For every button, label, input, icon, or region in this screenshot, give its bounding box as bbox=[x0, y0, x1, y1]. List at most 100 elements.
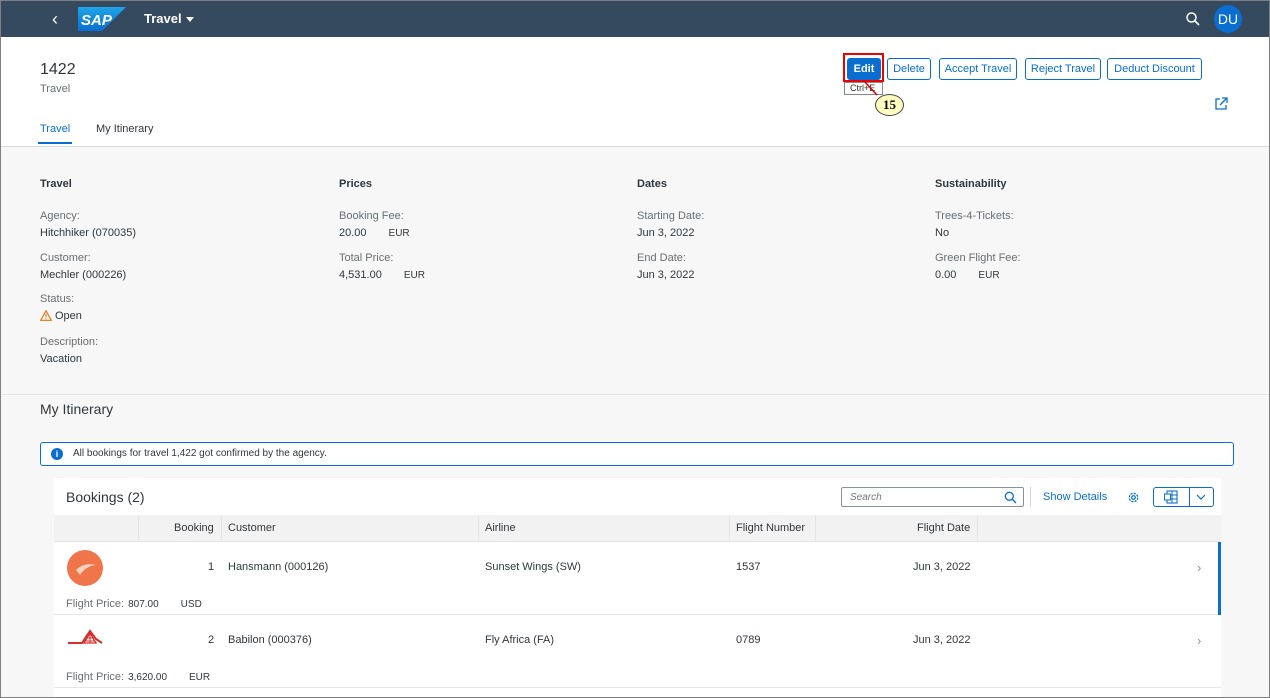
field-green-flight-fee: Green Flight Fee: 0.00 EUR bbox=[935, 252, 1021, 281]
field-value: Hitchhiker (070035) bbox=[40, 227, 136, 239]
field-status: Status: Open bbox=[40, 293, 82, 322]
table-header: Booking Customer Airline Flight Number F… bbox=[54, 515, 1221, 542]
cell-airline: Sunset Wings (SW) bbox=[485, 561, 581, 573]
step-badge: 15 bbox=[875, 94, 904, 116]
chevron-down-icon bbox=[185, 17, 194, 23]
field-label: Booking Fee: bbox=[339, 210, 404, 222]
cell-customer: Hansmann (000126) bbox=[228, 561, 329, 573]
show-details-button[interactable]: Show Details bbox=[1043, 491, 1107, 503]
flight-price-amount: 807.00 bbox=[128, 599, 159, 610]
search-placeholder: Search bbox=[850, 492, 882, 503]
column-divider bbox=[478, 515, 479, 541]
header-facets: Travel Agency: Hitchhiker (070035) Custo… bbox=[1, 147, 1269, 395]
amount: 0.00 bbox=[935, 269, 957, 281]
row-selection-indicator bbox=[1218, 542, 1221, 615]
field-value: 4,531.00 EUR bbox=[339, 269, 425, 281]
flight-price-currency: USD bbox=[180, 599, 202, 610]
app-title-menu[interactable]: Travel bbox=[144, 11, 194, 26]
app-frame: ‹ SAP Travel DU 1422 Travel Edit Delete … bbox=[0, 0, 1270, 698]
section-title-itinerary: My Itinerary bbox=[40, 401, 114, 417]
field-label: Agency: bbox=[40, 210, 80, 222]
field-value: Jun 3, 2022 bbox=[637, 269, 695, 281]
facet-sustainability: Sustainability Trees-4-Tickets: No Green… bbox=[935, 178, 1021, 281]
cell-flight-date: Jun 3, 2022 bbox=[913, 561, 971, 573]
field-value: 20.00 EUR bbox=[339, 227, 410, 239]
reject-travel-button[interactable]: Reject Travel bbox=[1025, 58, 1101, 80]
bookings-table: Bookings (2) Search Show Details Booking… bbox=[54, 478, 1221, 697]
export-button[interactable] bbox=[1153, 487, 1214, 507]
facet-title: Prices bbox=[339, 178, 373, 190]
share-icon[interactable] bbox=[1213, 96, 1229, 112]
facet-title: Dates bbox=[637, 178, 667, 190]
edit-highlight-box bbox=[843, 53, 884, 82]
chevron-down-icon[interactable] bbox=[1196, 494, 1206, 501]
search-icon[interactable] bbox=[1185, 11, 1201, 27]
flight-price-currency: EUR bbox=[189, 672, 211, 683]
back-icon[interactable]: ‹ bbox=[45, 9, 65, 29]
toolbar-separator bbox=[1030, 487, 1031, 507]
column-divider bbox=[221, 515, 222, 541]
accept-travel-button[interactable]: Accept Travel bbox=[939, 58, 1017, 80]
currency: EUR bbox=[388, 228, 410, 239]
table-row[interactable]: 1 Hansmann (000126) Sunset Wings (SW) 15… bbox=[54, 542, 1221, 615]
facet-dates: Dates Starting Date: Jun 3, 2022 End Dat… bbox=[637, 178, 704, 281]
flight-price-amount: 3,620.00 bbox=[128, 672, 168, 683]
field-value: Jun 3, 2022 bbox=[637, 227, 695, 239]
field-booking-fee: Booking Fee: 20.00 EUR bbox=[339, 210, 410, 239]
gear-icon[interactable] bbox=[1126, 490, 1141, 505]
tab-my-itinerary[interactable]: My Itinerary bbox=[96, 123, 153, 135]
sap-logo[interactable]: SAP bbox=[78, 7, 126, 31]
column-header-customer[interactable]: Customer bbox=[228, 522, 276, 534]
delete-button[interactable]: Delete bbox=[887, 58, 931, 80]
search-input[interactable]: Search bbox=[841, 487, 1024, 507]
cell-flight-number: 0789 bbox=[736, 634, 761, 646]
flight-price: Flight Price: 3,620.00 EUR bbox=[66, 671, 210, 683]
column-header-booking[interactable]: Booking bbox=[174, 522, 214, 534]
table-row[interactable]: 2 Babilon (000376) Fly Africa (FA) 0789 … bbox=[54, 615, 1221, 688]
info-icon: i bbox=[51, 448, 63, 460]
field-value: Mechler (000226) bbox=[40, 269, 127, 281]
column-header-flight-number[interactable]: Flight Number bbox=[736, 522, 805, 534]
currency: EUR bbox=[403, 270, 425, 281]
field-label: Customer: bbox=[40, 252, 91, 264]
cell-booking: 2 bbox=[208, 634, 215, 646]
table-title: Bookings (2) bbox=[66, 489, 145, 505]
user-avatar[interactable]: DU bbox=[1214, 5, 1242, 33]
chevron-right-icon[interactable]: › bbox=[1197, 633, 1201, 648]
object-title: 1422 bbox=[40, 61, 76, 78]
info-message-strip: i All bookings for travel 1,422 got conf… bbox=[40, 442, 1234, 466]
field-label: Starting Date: bbox=[637, 210, 705, 222]
sunset-wings-logo bbox=[67, 550, 103, 586]
facet-prices: Prices Booking Fee: 20.00 EUR Total Price… bbox=[339, 178, 425, 281]
object-header: 1422 Travel Edit Delete Accept Travel Re… bbox=[1, 37, 1269, 147]
column-header-airline[interactable]: Airline bbox=[485, 522, 516, 534]
field-end-date: End Date: Jun 3, 2022 bbox=[637, 252, 695, 281]
amount: 4,531.00 bbox=[339, 269, 382, 281]
chevron-right-icon[interactable]: › bbox=[1197, 560, 1201, 575]
flight-price-label: Flight Price: bbox=[66, 671, 125, 683]
column-divider bbox=[977, 515, 978, 541]
field-value: 0.00 EUR bbox=[935, 269, 1021, 281]
split-divider bbox=[1189, 488, 1190, 506]
warning-icon bbox=[40, 310, 52, 321]
field-label: Green Flight Fee: bbox=[935, 252, 1021, 264]
field-label: End Date: bbox=[637, 252, 686, 264]
shell-bar: ‹ SAP Travel DU bbox=[1, 1, 1269, 37]
facet-travel: Travel Agency: Hitchhiker (070035) Custo… bbox=[40, 178, 136, 365]
column-divider bbox=[815, 515, 816, 541]
column-divider bbox=[138, 515, 139, 541]
deduct-discount-button[interactable]: Deduct Discount bbox=[1107, 58, 1202, 80]
field-label: Status: bbox=[40, 293, 75, 305]
currency: EUR bbox=[978, 270, 1000, 281]
field-agency: Agency: Hitchhiker (070035) bbox=[40, 210, 136, 239]
field-value: Vacation bbox=[40, 353, 82, 365]
cell-flight-number: 1537 bbox=[736, 561, 761, 573]
amount: 20.00 bbox=[339, 227, 367, 239]
tab-travel[interactable]: Travel bbox=[37, 123, 73, 144]
field-value: No bbox=[935, 227, 950, 239]
cell-customer: Babilon (000376) bbox=[228, 634, 312, 646]
cell-airline: Fly Africa (FA) bbox=[485, 634, 555, 646]
export-spreadsheet-icon bbox=[1164, 490, 1178, 504]
column-header-flight-date[interactable]: Flight Date bbox=[917, 522, 970, 534]
search-icon[interactable] bbox=[1004, 491, 1017, 504]
